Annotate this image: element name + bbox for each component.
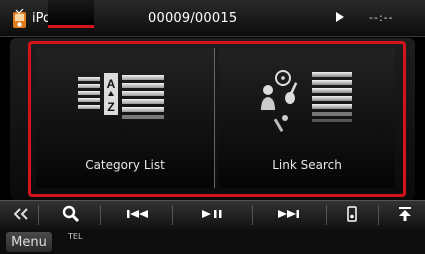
- search-icon: [62, 205, 80, 223]
- ipod-icon: [13, 9, 26, 28]
- divider: [326, 205, 327, 225]
- bottom-bar: [0, 229, 425, 254]
- next-track-button[interactable]: [260, 200, 316, 228]
- eject-button[interactable]: [388, 200, 422, 228]
- play-icon: [336, 12, 344, 22]
- play-pause-button[interactable]: [180, 200, 244, 228]
- tel-indicator: TEL: [68, 232, 83, 241]
- device-button[interactable]: [334, 200, 370, 228]
- selection-highlight: [28, 41, 406, 197]
- eject-icon: [399, 207, 411, 221]
- divider: [172, 205, 173, 225]
- device-icon: [347, 206, 357, 222]
- track-counter: 00009/00015: [148, 11, 238, 26]
- divider: [100, 205, 101, 225]
- search-button[interactable]: [48, 200, 94, 228]
- divider: [252, 205, 253, 225]
- menu-button[interactable]: Menu: [6, 232, 52, 252]
- rewind-double-chevron-icon[interactable]: [8, 200, 34, 228]
- play-pause-icon: [202, 210, 222, 218]
- search-tab-highlight: [48, 0, 94, 28]
- screen: iPod 00009/00015 --:-- A Z Category List…: [0, 0, 425, 254]
- divider: [38, 205, 39, 225]
- next-track-icon: [278, 210, 299, 218]
- previous-track-button[interactable]: [110, 200, 166, 228]
- previous-track-icon: [127, 210, 148, 218]
- divider: [378, 205, 379, 225]
- play-time: --:--: [369, 11, 394, 24]
